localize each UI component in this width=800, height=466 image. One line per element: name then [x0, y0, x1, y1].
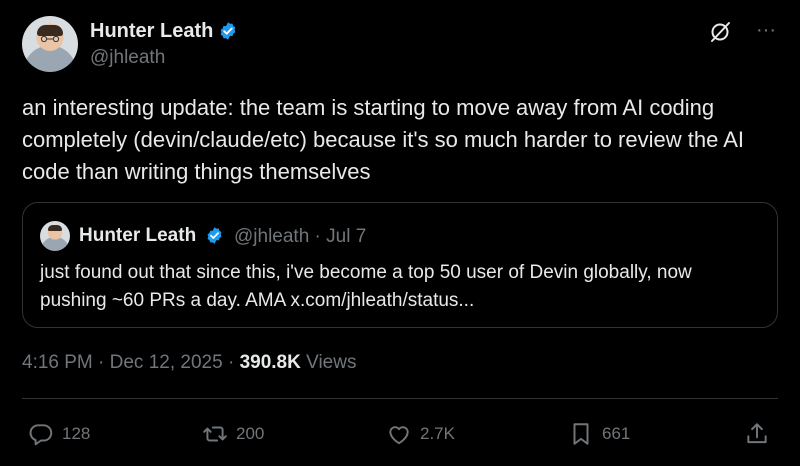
post-text: an interesting update: the team is start… — [22, 95, 745, 184]
quoted-post[interactable]: Hunter Leath @jhleath · Jul 7 just found… — [22, 202, 778, 328]
action-bar: 128 200 2.7K 661 — [22, 418, 778, 450]
repost-icon — [203, 426, 227, 442]
author-avatar[interactable] — [22, 16, 78, 72]
reply-icon — [29, 424, 53, 446]
repost-button[interactable]: 200 — [202, 418, 264, 450]
post-header: Hunter Leath @jhleath ··· — [22, 16, 778, 72]
repost-count: 200 — [236, 424, 265, 443]
author-name[interactable]: Hunter Leath — [90, 20, 213, 43]
quoted-author-avatar[interactable] — [40, 221, 70, 251]
heart-icon — [389, 426, 409, 445]
quoted-author-meta: @jhleath · Jul 7 — [234, 226, 367, 247]
reply-button[interactable]: 128 — [28, 418, 90, 450]
post-timestamp[interactable]: 4:16 PM · Dec 12, 2025 · — [22, 352, 240, 373]
grok-icon[interactable] — [708, 20, 732, 44]
share-button[interactable] — [744, 418, 770, 450]
like-count: 2.7K — [420, 424, 455, 443]
divider — [22, 398, 778, 399]
reply-count: 128 — [62, 424, 91, 443]
bookmark-icon — [573, 423, 589, 445]
views-label: Views — [300, 352, 357, 373]
verified-badge-icon — [220, 22, 236, 40]
bookmark-count: 661 — [602, 424, 631, 443]
post-meta: 4:16 PM · Dec 12, 2025 · 390.8K Views — [22, 352, 356, 374]
quoted-author-name[interactable]: Hunter Leath — [79, 225, 196, 247]
views-count: 390.8K — [239, 352, 301, 373]
verified-badge-icon — [207, 227, 222, 244]
bookmark-button[interactable]: 661 — [568, 418, 630, 450]
like-button[interactable]: 2.7K — [386, 418, 455, 450]
share-icon — [747, 423, 767, 444]
more-icon[interactable]: ··· — [754, 20, 778, 44]
quoted-post-text: just found out that since this, i've bec… — [40, 262, 692, 311]
author-handle[interactable]: @jhleath — [90, 47, 165, 69]
